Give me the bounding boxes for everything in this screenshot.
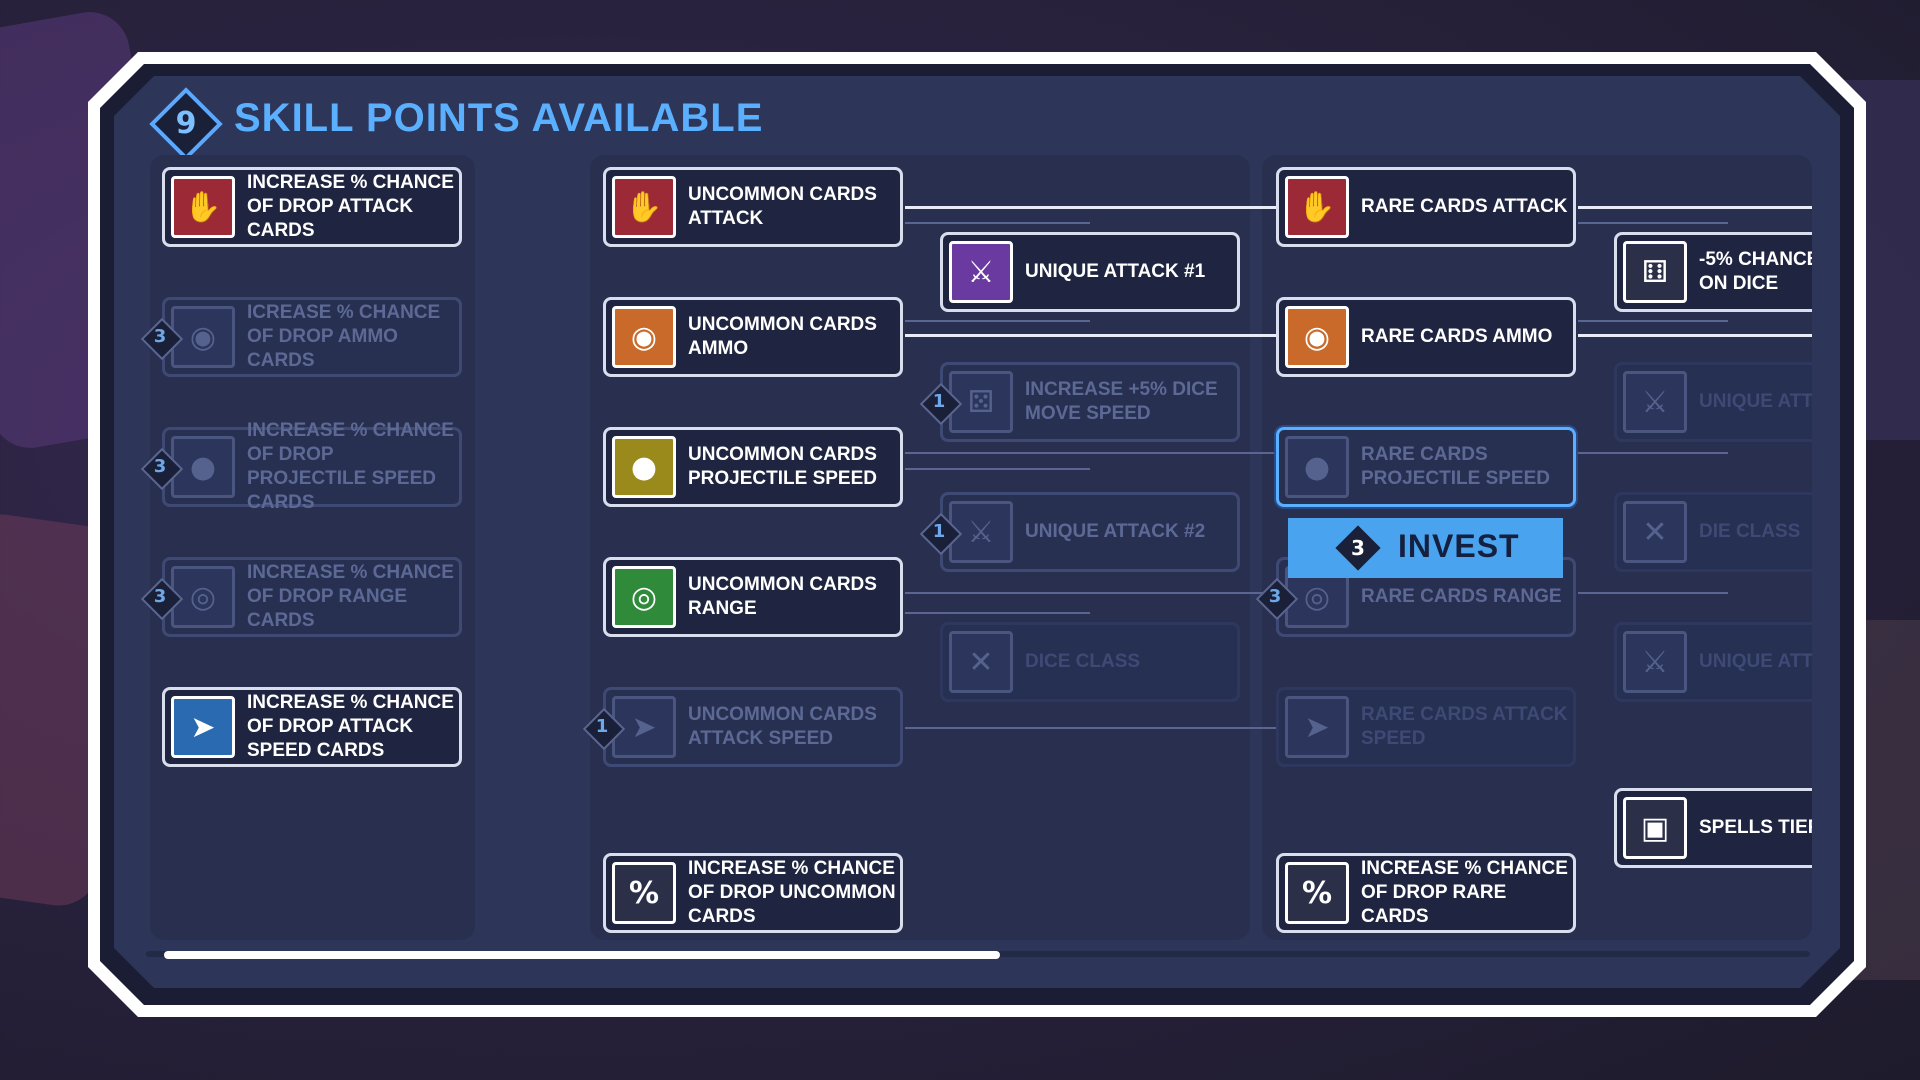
skill-label: UNCOMMON CARDS PROJECTILE SPEED	[688, 444, 877, 489]
connector-line	[905, 592, 1278, 594]
invest-button[interactable]: 3 INVEST	[1288, 518, 1563, 578]
skill-card[interactable]: ➤ UNCOMMON CARDS ATTACK SPEED	[603, 687, 903, 767]
skill-label: UNIQUE ATTACK #1	[1025, 261, 1206, 282]
connector-line	[1578, 320, 1728, 322]
connector-line	[905, 222, 1090, 224]
page-title: SKILL POINTS AVAILABLE	[234, 96, 764, 140]
cost-value: 3	[153, 326, 167, 347]
skill-label: DIE CLASS	[1699, 521, 1801, 542]
skill-card[interactable]: ✕ DIE CLASS	[1614, 492, 1812, 572]
skill-card[interactable]: ✕ DICE CLASS	[940, 622, 1240, 702]
skill-label: INCREASE % CHANCE OF DROP PROJECTILE SPE…	[247, 420, 454, 513]
skill-label: UNCOMMON CARDS RANGE	[688, 574, 877, 619]
skill-card[interactable]: ◉ RARE CARDS AMMO	[1276, 297, 1576, 377]
skill-card[interactable]: ⚅ -5% CHANCE ROLL 1 ON DICE	[1614, 232, 1812, 312]
skill-label: RARE CARDS AMMO	[1361, 326, 1553, 347]
connector-line	[1578, 592, 1728, 594]
invest-cost: 3	[1351, 536, 1365, 560]
cost-value: 1	[595, 716, 609, 737]
skill-card[interactable]: ● INCREASE % CHANCE OF DROP PROJECTILE S…	[162, 420, 462, 513]
skill-label: DICE CLASS	[1025, 651, 1141, 672]
cost-value: 1	[932, 521, 946, 542]
skill-label: INCREASE % CHANCE OF DROP UNCOMMON CARDS	[688, 858, 896, 927]
connector-line	[1578, 206, 1812, 209]
multi-swipe-icon: ⚔	[1623, 631, 1687, 693]
cost-value: 3	[153, 586, 167, 607]
skill-card[interactable]: ◎ UNCOMMON CARDS RANGE	[603, 557, 903, 637]
skill-card[interactable]: ◉ ICREASE % CHANCE OF DROP AMMO CARDS	[162, 297, 462, 377]
skill-label: RARE CARDS ATTACK	[1361, 196, 1568, 217]
hand-swipe-icon: ✋	[171, 176, 235, 238]
skill-card[interactable]: ✋ RARE CARDS ATTACK	[1276, 167, 1576, 247]
percent-cards-icon: %	[1285, 862, 1349, 924]
skill-points-count: 9	[175, 106, 197, 141]
skill-card[interactable]: ● UNCOMMON CARDS PROJECTILE SPEED	[603, 427, 903, 507]
skill-label: RARE CARDS PROJECTILE SPEED	[1361, 444, 1550, 489]
spell-card-icon: ▣	[1623, 797, 1687, 859]
skill-card[interactable]: ⚔ UNIQUE ATT	[1614, 622, 1812, 702]
projectile-icon: ●	[1285, 436, 1349, 498]
skill-card[interactable]: ⚔ UNIQUE ATTACK #1	[940, 232, 1240, 312]
ammo-drop-icon: ◉	[612, 306, 676, 368]
skill-card[interactable]: ✋ INCREASE % CHANCE OF DROP ATTACK CARDS	[162, 167, 462, 247]
arrows-speed-icon: ➤	[171, 696, 235, 758]
connector-line	[905, 452, 1278, 454]
connector-line	[905, 468, 1090, 470]
skill-label: -5% CHANCE ROLL 1 ON DICE	[1699, 249, 1812, 294]
hand-swipe-icon: ✋	[612, 176, 676, 238]
cost-value: 3	[153, 456, 167, 477]
connector-line	[905, 334, 1278, 337]
connector-line	[1578, 222, 1728, 224]
cost-value: 3	[1268, 586, 1282, 607]
skill-card[interactable]: % INCREASE % CHANCE OF DROP RARE CARDS	[1276, 853, 1576, 933]
connector-line	[1578, 334, 1812, 337]
connector-line	[905, 320, 1090, 322]
skill-label: INCREASE % CHANCE OF DROP RANGE CARDS	[247, 562, 454, 631]
skill-label: ICREASE % CHANCE OF DROP AMMO CARDS	[247, 302, 441, 371]
skill-label: SPELLS TIER	[1699, 817, 1812, 838]
skill-card-selected[interactable]: ● RARE CARDS PROJECTILE SPEED	[1276, 427, 1576, 507]
skill-card[interactable]: % INCREASE % CHANCE OF DROP UNCOMMON CAR…	[603, 853, 903, 933]
skill-card[interactable]: ✋ UNCOMMON CARDS ATTACK	[603, 167, 903, 247]
skill-label: UNIQUE ATTACK #2	[1025, 521, 1206, 542]
skill-card[interactable]: ◉ UNCOMMON CARDS AMMO	[603, 297, 903, 377]
scrollbar-thumb[interactable]	[164, 951, 1000, 959]
skill-card[interactable]: ➤ INCREASE % CHANCE OF DROP ATTACK SPEED…	[162, 687, 462, 767]
swords-icon: ✕	[949, 631, 1013, 693]
cost-value: 1	[932, 391, 946, 412]
skill-card[interactable]: ⚔ UNIQUE ATT	[1614, 362, 1812, 442]
skill-label: INCREASE % CHANCE OF DROP ATTACK CARDS	[247, 172, 454, 241]
target-icon: ◎	[612, 566, 676, 628]
ammo-drop-icon: ◉	[1285, 306, 1349, 368]
skill-label: UNIQUE ATT	[1699, 651, 1812, 672]
connector-line	[905, 206, 1278, 209]
projectile-icon: ●	[612, 436, 676, 498]
arrows-speed-icon: ➤	[1285, 696, 1349, 758]
dice-icon: ⚅	[1623, 241, 1687, 303]
skill-card[interactable]: ▣ SPELLS TIER	[1614, 788, 1812, 868]
multi-swipe-icon: ⚔	[1623, 371, 1687, 433]
skill-card[interactable]: ➤ RARE CARDS ATTACK SPEED	[1276, 687, 1576, 767]
percent-cards-icon: %	[612, 862, 676, 924]
skill-label: INCREASE +5% DICE MOVE SPEED	[1025, 379, 1218, 424]
hand-swipe-icon: ✋	[1285, 176, 1349, 238]
skill-label: UNCOMMON CARDS ATTACK	[688, 184, 877, 229]
swords-icon: ✕	[1623, 501, 1687, 563]
skill-label: RARE CARDS ATTACK SPEED	[1361, 704, 1568, 749]
invest-label: INVEST	[1398, 528, 1520, 564]
skill-label: INCREASE % CHANCE OF DROP RARE CARDS	[1361, 858, 1568, 927]
skill-card[interactable]: ⚔ UNIQUE ATTACK #2	[940, 492, 1240, 572]
connector-line	[905, 727, 1278, 729]
skill-label: UNCOMMON CARDS AMMO	[688, 314, 877, 359]
skill-label: INCREASE % CHANCE OF DROP ATTACK SPEED C…	[247, 692, 454, 761]
skill-label: UNIQUE ATT	[1699, 391, 1812, 412]
skill-card[interactable]: ⚄ INCREASE +5% DICE MOVE SPEED	[940, 362, 1240, 442]
multi-swipe-icon: ⚔	[949, 241, 1013, 303]
skill-card[interactable]: ◎ INCREASE % CHANCE OF DROP RANGE CARDS	[162, 557, 462, 637]
connector-line	[1578, 452, 1728, 454]
skill-label: UNCOMMON CARDS ATTACK SPEED	[688, 704, 877, 749]
connector-line	[905, 612, 1090, 614]
